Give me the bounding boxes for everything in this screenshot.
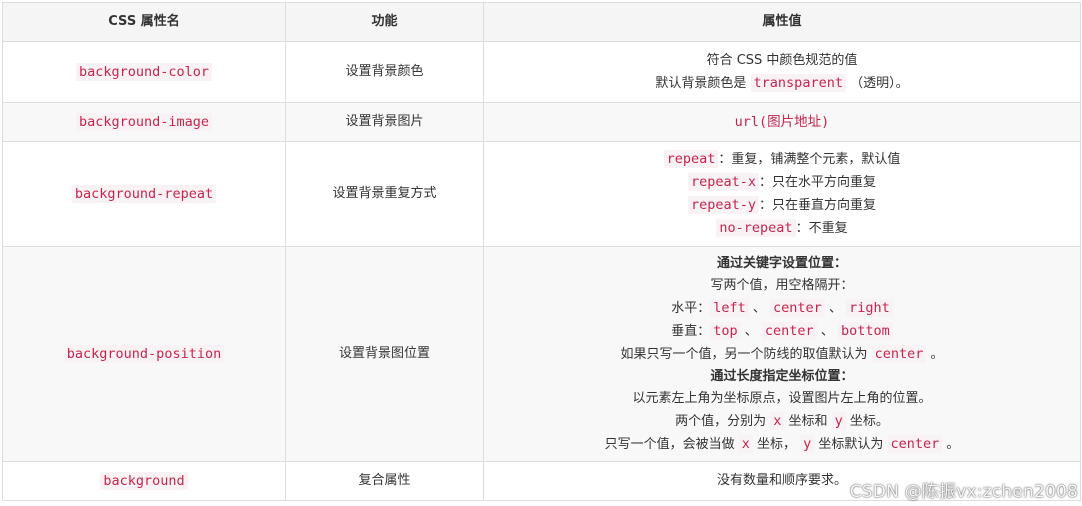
table-header-row: CSS 属性名 功能 属性值	[2, 2, 1081, 42]
value-text: 。	[926, 346, 944, 362]
table-row: background-color 设置背景颜色 符合 CSS 中颜色规范的值 默…	[2, 41, 1081, 103]
value-text: 坐标。	[845, 413, 889, 429]
value-code: repeat-y	[687, 196, 759, 214]
value-text: 两个值，分别为	[675, 413, 771, 429]
value-text: 水平：	[671, 300, 711, 316]
value-text: 、	[820, 323, 834, 339]
table-row: background-image 设置背景图片 url(图片地址)	[2, 102, 1081, 142]
value-code: center	[871, 344, 927, 363]
value-text: 、	[744, 323, 758, 339]
value-text: 、	[828, 300, 842, 316]
table-row: background-repeat 设置背景重复方式 repeat ：重复，铺满整…	[2, 141, 1081, 247]
value-code: bottom	[838, 321, 893, 340]
property-name-cell: background-repeat	[2, 141, 286, 247]
value-line: repeat-x ：只在水平方向重复	[490, 171, 1074, 194]
value-code: y	[831, 411, 846, 430]
property-name-cell: background	[2, 461, 286, 501]
value-code: url(图片地址)	[734, 113, 830, 130]
value-code: center	[770, 298, 825, 317]
keyword-heading: 通过关键字设置位置：	[716, 255, 847, 271]
table-row: background-position 设置背景图位置 通过关键字设置位置： 写…	[2, 246, 1081, 462]
value-cell: url(图片地址)	[483, 102, 1081, 142]
function-cell: 设置背景颜色	[285, 41, 484, 103]
value-text: 符合 CSS 中颜色规范的值	[706, 52, 858, 68]
property-name: background-repeat	[71, 184, 217, 203]
function-cell: 设置背景图片	[285, 102, 484, 142]
property-name: background	[100, 471, 188, 490]
value-code: repeat	[663, 150, 719, 168]
horizontal-values: 水平： left 、 center 、 right	[490, 297, 1074, 320]
one-value-note: 只写一个值，会被当做 x 坐标， y 坐标默认为 center 。	[490, 433, 1074, 456]
value-code: y	[800, 434, 815, 453]
property-name: background-image	[75, 112, 213, 131]
value-text: 。	[942, 436, 960, 452]
property-name-cell: background-color	[2, 41, 286, 103]
value-text: ：不重复	[795, 221, 848, 236]
value-code: center	[761, 321, 817, 340]
value-text: ：只在垂直方向重复	[759, 198, 877, 213]
header-property-value: 属性值	[483, 2, 1081, 42]
value-code: no-repeat	[716, 219, 796, 237]
value-line: repeat ：重复，铺满整个元素，默认值	[490, 148, 1074, 171]
value-text: 坐标，	[752, 436, 801, 452]
value-text: ：只在水平方向重复	[759, 175, 877, 190]
value-line: no-repeat ：不重复	[490, 217, 1074, 240]
two-values-note: 两个值，分别为 x 坐标和 y 坐标。	[490, 410, 1074, 433]
value-text: 坐标和	[784, 413, 832, 429]
value-code: left	[710, 298, 749, 317]
value-cell: 通过关键字设置位置： 写两个值，用空格隔开： 水平： left 、 center …	[483, 246, 1081, 462]
value-text: ：重复，铺满整个元素，默认值	[718, 152, 901, 167]
value-text: 垂直：	[671, 323, 711, 339]
value-code: top	[710, 321, 741, 340]
length-intro: 以元素左上角为坐标原点，设置图片左上角的位置。	[632, 390, 932, 406]
keyword-intro: 写两个值，用空格隔开：	[710, 277, 854, 293]
function-cell: 设置背景重复方式	[285, 141, 484, 247]
single-value-note: 如果只写一个值，另一个防线的取值默认为 center 。	[490, 343, 1074, 366]
value-code: repeat-x	[687, 173, 759, 191]
value-line: 符合 CSS 中颜色规范的值	[490, 50, 1074, 72]
value-line: 默认背景颜色是 transparent （透明）。	[490, 72, 1074, 95]
function-cell: 复合属性	[285, 461, 484, 501]
value-text: 默认背景颜色是	[655, 75, 751, 91]
css-background-properties-table: CSS 属性名 功能 属性值 background-color 设置背景颜色 符…	[2, 2, 1081, 501]
value-text: 、	[752, 300, 766, 316]
function-cell: 设置背景图位置	[285, 246, 484, 462]
value-code: center	[887, 434, 943, 453]
value-code: x	[738, 434, 753, 453]
value-text: 只写一个值，会被当做	[604, 436, 739, 452]
header-property-name: CSS 属性名	[2, 2, 286, 42]
value-text: 坐标默认为	[814, 436, 888, 452]
value-cell: 符合 CSS 中颜色规范的值 默认背景颜色是 transparent （透明）。	[483, 41, 1081, 103]
property-name-cell: background-position	[2, 246, 286, 462]
value-text: 如果只写一个值，另一个防线的取值默认为	[620, 346, 872, 362]
value-text: （透明）。	[845, 75, 909, 91]
property-name-cell: background-image	[2, 102, 286, 142]
property-name: background-position	[63, 344, 225, 363]
header-function: 功能	[285, 2, 484, 42]
value-code: x	[770, 411, 785, 430]
value-code: right	[846, 298, 893, 317]
value-line: repeat-y ：只在垂直方向重复	[490, 194, 1074, 217]
value-code: transparent	[750, 73, 846, 92]
csdn-watermark: CSDN @陈振vx:zchen2008	[849, 482, 1078, 502]
property-name: background-color	[75, 62, 213, 81]
value-cell: repeat ：重复，铺满整个元素，默认值 repeat-x ：只在水平方向重复 r…	[483, 141, 1081, 247]
vertical-values: 垂直： top 、 center 、 bottom	[490, 320, 1074, 343]
length-heading: 通过长度指定坐标位置：	[710, 368, 854, 384]
